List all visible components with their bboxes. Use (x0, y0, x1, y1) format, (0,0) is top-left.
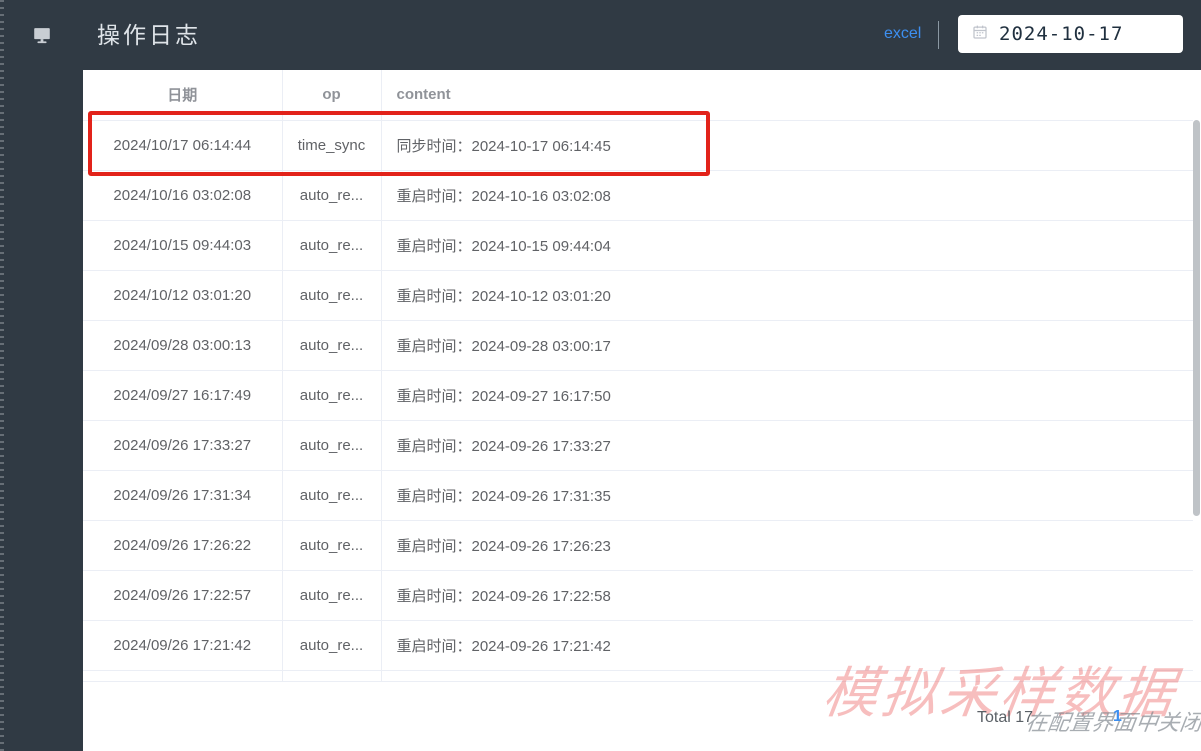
table-row: 2024/10/15 09:44:03 auto_re... 重启时间：2024-1… (83, 220, 1193, 271)
cell-date: 2024/09/26 17:26:22 (83, 520, 283, 571)
cell-op: auto_re... (282, 420, 382, 471)
cell-content: 重启时间：2024-09-26 17:31:35 (381, 470, 1193, 521)
cell-content: 重启时间：2024-09-26 17:33:27 (381, 420, 1193, 471)
cell-content: 重启时间：2024-09-27 16:17:50 (381, 370, 1193, 421)
cell-content: 重启时间：2024-09-26 17:22:58 (381, 570, 1193, 621)
page-title: 操作日志 (97, 22, 201, 48)
table-row: 2024/09/28 03:00:13 auto_re... 重启时间：2024-0… (83, 320, 1193, 371)
cell-op: auto_re... (282, 370, 382, 421)
table-header-row: 日期 op content (83, 70, 1193, 121)
cell-date: 2024/09/28 03:00:13 (83, 320, 283, 371)
cell-date: 2024/09/26 17:33:27 (83, 420, 283, 471)
header-divider (938, 21, 939, 49)
date-input[interactable] (999, 23, 1169, 45)
cell-date: 2024/09/26 17:31:34 (83, 470, 283, 521)
date-picker[interactable] (958, 15, 1183, 53)
pagination-page-1[interactable]: 1 (1109, 708, 1126, 726)
cell-content: 重启时间：2024-10-15 09:44:04 (381, 220, 1193, 271)
cell-date: 2024/10/17 06:14:44 (83, 120, 283, 171)
table-row: 2024/09/26 17:31:34 auto_re... 重启时间：2024-0… (83, 470, 1193, 521)
cell-content: 重启时间：2024-10-16 03:02:08 (381, 170, 1193, 221)
cell-date: 2024/10/15 09:44:03 (83, 220, 283, 271)
column-header-content: content (381, 70, 1193, 121)
log-table-container: 日期 op content 2024/10/17 06:14:44 time_sy… (83, 70, 1201, 682)
cell-content: 重启时间：2024-10-12 03:01:20 (381, 270, 1193, 321)
cell-date: 2024/09/26 17:21:42 (83, 620, 283, 671)
table-row-partial (83, 670, 1193, 681)
cell-op: auto_re... (282, 570, 382, 621)
cell-date: 2024/09/26 17:22:57 (83, 570, 283, 621)
cell-content: 重启时间：2024-09-26 17:26:23 (381, 520, 1193, 571)
table-row: 2024/09/26 17:26:22 auto_re... 重启时间：2024-0… (83, 520, 1193, 571)
excel-export-link[interactable]: excel (884, 25, 921, 43)
column-header-op: op (282, 70, 382, 121)
cell-op: auto_re... (282, 170, 382, 221)
column-header-date: 日期 (83, 70, 283, 121)
cell-op: time_sync (282, 120, 382, 171)
cell-op: auto_re... (282, 520, 382, 571)
cell-date: 2024/10/16 03:02:08 (83, 170, 283, 221)
window-edge-ruler (0, 0, 4, 751)
table-row: 2024/10/16 03:02:08 auto_re... 重启时间：2024-1… (83, 170, 1193, 221)
vertical-scrollbar[interactable] (1193, 120, 1200, 516)
table-row: 2024/09/26 17:21:42 auto_re... 重启时间：2024-0… (83, 620, 1193, 671)
cell-content: 重启时间：2024-09-28 03:00:17 (381, 320, 1193, 371)
table-row: 2024/10/12 03:01:20 auto_re... 重启时间：2024-1… (83, 270, 1193, 321)
cell-content: 同步时间：2024-10-17 06:14:45 (381, 120, 1193, 171)
table-row: 2024/09/26 17:22:57 auto_re... 重启时间：2024-0… (83, 570, 1193, 621)
pagination-total: Total 17 (977, 709, 1034, 726)
cell-op: auto_re... (282, 270, 382, 321)
table-row: 2024/09/27 16:17:49 auto_re... 重启时间：2024-0… (83, 370, 1193, 421)
cell-date: 2024/10/12 03:01:20 (83, 270, 283, 321)
sidebar-item-monitor[interactable] (0, 0, 83, 70)
sidebar (0, 0, 83, 751)
log-table-body: 2024/10/17 06:14:44 time_sync 同步时间：2024-10… (83, 120, 1193, 681)
cell-op: auto_re... (282, 320, 382, 371)
log-table: 日期 op content 2024/10/17 06:14:44 time_sy… (83, 70, 1193, 681)
calendar-icon (971, 23, 989, 46)
cell-op: auto_re... (282, 470, 382, 521)
table-row: 2024/10/17 06:14:44 time_sync 同步时间：2024-10… (83, 120, 1193, 171)
cell-content: 重启时间：2024-09-26 17:21:42 (381, 620, 1193, 671)
table-row: 2024/09/26 17:33:27 auto_re... 重启时间：2024-0… (83, 420, 1193, 471)
cell-op: auto_re... (282, 620, 382, 671)
cell-op: auto_re... (282, 220, 382, 271)
cell-date: 2024/09/27 16:17:49 (83, 370, 283, 421)
monitor-icon (31, 24, 53, 46)
